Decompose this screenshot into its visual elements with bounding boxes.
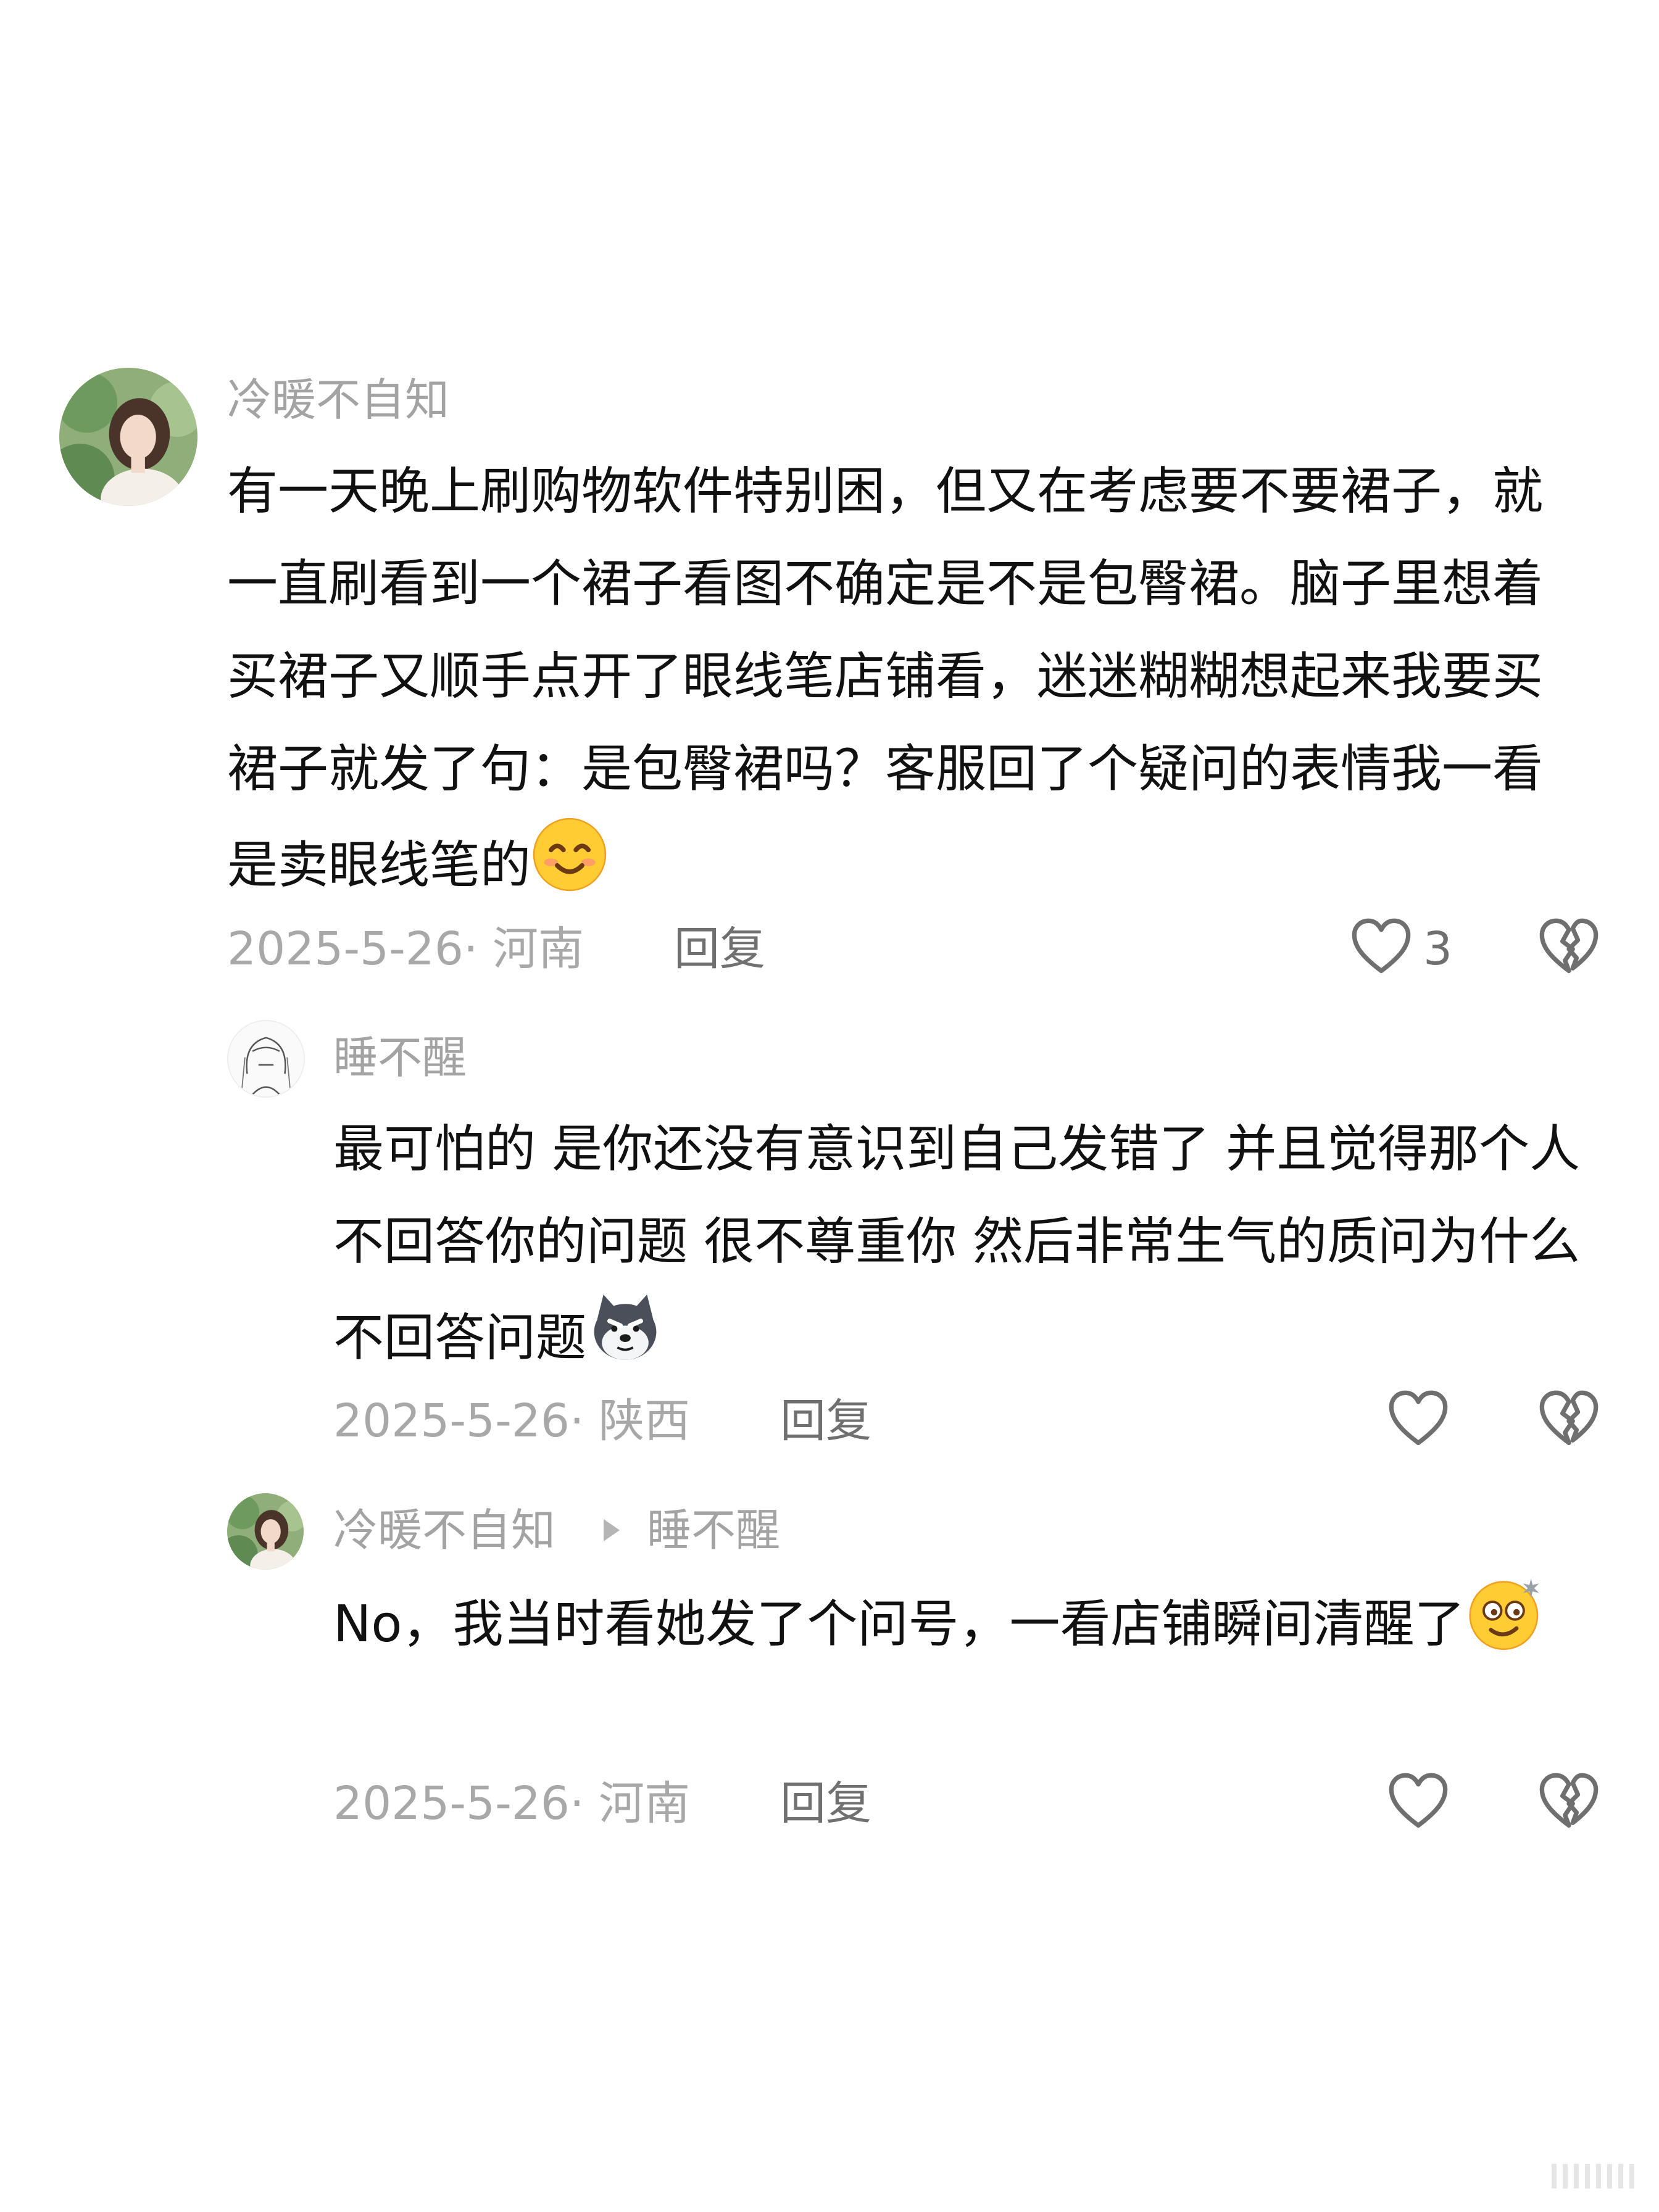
heart-outline-icon[interactable] — [1386, 1770, 1450, 1834]
reply-button[interactable]: 回复 — [674, 926, 765, 972]
reply-date-location: 2025-5-26· 陕西 — [333, 1394, 691, 1448]
comment-text: 有一天晚上刷购物软件特别困，但又在考虑要不要裙子，就一直刷看到一个裙子看图不确定… — [227, 445, 1573, 923]
reply-username[interactable]: 睡不醒 — [333, 1035, 467, 1080]
reply-button[interactable]: 回复 — [780, 1398, 871, 1444]
dizzy-face-emoji — [1465, 1572, 1545, 1682]
reply-date-location: 2025-5-26· 河南 — [333, 1777, 691, 1830]
comment-username[interactable]: 冷暖不自知 — [227, 378, 449, 422]
heart-outline-icon[interactable] — [1386, 1388, 1450, 1452]
broken-heart-icon[interactable] — [1537, 1388, 1601, 1452]
smiling-face-emoji — [531, 816, 609, 923]
triangle-arrow-icon — [604, 1519, 620, 1541]
reply-to-username[interactable]: 睡不醒 — [647, 1508, 780, 1552]
reply-username[interactable]: 冷暖不自知 — [333, 1508, 555, 1552]
avatar[interactable] — [227, 1020, 305, 1098]
watermark — [1552, 2164, 1634, 2189]
husky-dog-emoji — [586, 1288, 664, 1396]
reply-text: No，我当时看她发了个问号，一看店铺瞬间清醒了 — [333, 1572, 1586, 1682]
reply-button[interactable]: 回复 — [780, 1781, 871, 1826]
avatar[interactable] — [59, 368, 198, 506]
like-count: 3 — [1423, 922, 1453, 976]
comment-date-location: 2025-5-26· 河南 — [227, 922, 584, 976]
reply-text: 最可怕的 是你还没有意识到自己发错了 并且觉得那个人不回答你的问题 很不尊重你 … — [333, 1103, 1586, 1396]
broken-heart-icon[interactable] — [1537, 916, 1601, 980]
broken-heart-icon[interactable] — [1537, 1770, 1601, 1834]
heart-outline-icon[interactable] — [1349, 916, 1413, 980]
avatar[interactable] — [227, 1493, 304, 1570]
